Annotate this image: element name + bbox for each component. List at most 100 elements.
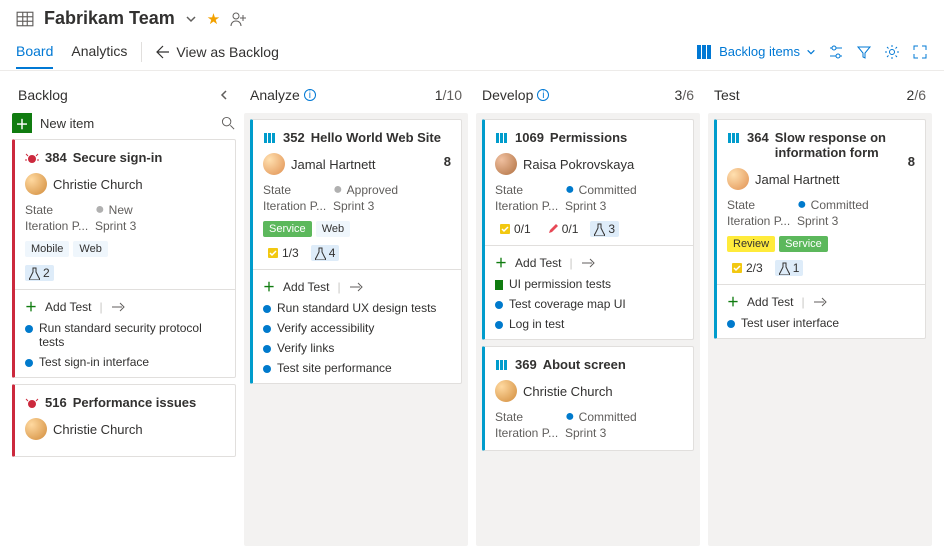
backlog-items-dropdown[interactable]: Backlog items xyxy=(697,44,816,59)
sub-task[interactable]: Log in test xyxy=(495,317,683,331)
team-dropdown-chevron-icon[interactable] xyxy=(185,13,197,25)
add-test-button[interactable]: ＋Add Test| xyxy=(263,278,451,295)
column-title-develop: Develop xyxy=(482,87,533,103)
pencil-count[interactable]: 0/1 xyxy=(543,221,583,237)
fullscreen-icon[interactable] xyxy=(912,44,928,60)
settings-sliders-icon[interactable] xyxy=(828,44,844,60)
state-dot-icon: ● xyxy=(95,206,105,214)
story-points: 8 xyxy=(444,154,451,169)
avatar xyxy=(25,173,47,195)
sub-task[interactable]: Test user interface xyxy=(727,316,915,330)
checklist-count[interactable]: 1/3 xyxy=(263,245,303,261)
tag-web[interactable]: Web xyxy=(73,241,107,257)
column-title-analyze: Analyze xyxy=(250,87,300,103)
test-count[interactable]: 3 xyxy=(590,221,619,237)
add-test-button[interactable]: ＋Add Test| xyxy=(25,298,225,315)
open-link-icon[interactable] xyxy=(111,301,125,313)
pbi-icon xyxy=(263,131,277,145)
column-count: 1/10 xyxy=(435,87,462,103)
tag-web[interactable]: Web xyxy=(316,221,350,237)
info-icon[interactable]: i xyxy=(537,89,549,101)
bug-icon xyxy=(25,396,39,410)
sub-task[interactable]: Verify accessibility xyxy=(263,321,451,335)
favorite-star-icon[interactable]: ★ xyxy=(207,10,220,28)
bug-icon xyxy=(25,151,39,165)
team-icon xyxy=(16,10,34,28)
iteration-value: Sprint 3 xyxy=(95,219,136,233)
card-369[interactable]: 369 About screen Christie Church State●C… xyxy=(482,346,694,451)
sub-task[interactable]: Run standard UX design tests xyxy=(263,301,451,315)
card-title: Permissions xyxy=(550,130,627,145)
separator xyxy=(141,42,142,62)
new-item-label[interactable]: New item xyxy=(40,116,94,131)
card-364[interactable]: 364 Slow response on information form 8 … xyxy=(714,119,926,339)
tab-board[interactable]: Board xyxy=(16,35,53,69)
column-count: 3/6 xyxy=(675,87,694,103)
card-id: 384 xyxy=(45,150,67,165)
add-test-button[interactable]: ＋Add Test| xyxy=(727,293,915,310)
assignee-name: Jamal Hartnett xyxy=(291,157,376,172)
sub-task[interactable]: Run standard security protocol tests xyxy=(25,321,225,349)
test-count[interactable]: 4 xyxy=(311,245,340,261)
sub-task[interactable]: Test coverage map UI xyxy=(495,297,683,311)
open-link-icon[interactable] xyxy=(813,296,827,308)
sub-task[interactable]: Test site performance xyxy=(263,361,451,375)
card-id: 369 xyxy=(515,357,537,372)
card-title: Performance issues xyxy=(73,395,197,410)
assignee-name: Christie Church xyxy=(523,384,613,399)
avatar xyxy=(25,418,47,440)
view-as-backlog-button[interactable]: View as Backlog xyxy=(156,44,278,60)
open-link-icon[interactable] xyxy=(349,281,363,293)
search-icon[interactable] xyxy=(221,116,236,131)
sub-task[interactable]: Verify links xyxy=(263,341,451,355)
team-members-icon[interactable] xyxy=(230,11,248,27)
story-points: 8 xyxy=(908,154,915,169)
iteration-label: Iteration P... xyxy=(25,219,95,233)
card-title: Secure sign-in xyxy=(73,150,163,165)
column-title-test: Test xyxy=(714,87,740,103)
card-title: Hello World Web Site xyxy=(311,130,441,145)
assignee-name: Christie Church xyxy=(53,422,143,437)
gear-icon[interactable] xyxy=(884,44,900,60)
pbi-icon xyxy=(495,131,509,145)
card-id: 364 xyxy=(747,130,769,145)
card-352[interactable]: 352 Hello World Web Site 8 Jamal Hartnet… xyxy=(250,119,462,384)
sub-task[interactable]: Test sign-in interface xyxy=(25,355,225,369)
page-title[interactable]: Fabrikam Team xyxy=(44,8,175,29)
checklist-count[interactable]: 0/1 xyxy=(495,221,535,237)
avatar xyxy=(495,380,517,402)
add-test-button[interactable]: ＋Add Test| xyxy=(495,254,683,271)
card-516[interactable]: 516 Performance issues Christie Church xyxy=(12,384,236,457)
state-value: New xyxy=(109,203,133,217)
assignee-name: Raisa Pokrovskaya xyxy=(523,157,634,172)
tab-analytics[interactable]: Analytics xyxy=(71,35,127,69)
pbi-icon xyxy=(727,131,741,145)
assignee-name: Jamal Hartnett xyxy=(755,172,840,187)
collapse-backlog-icon[interactable] xyxy=(218,89,230,101)
filter-icon[interactable] xyxy=(856,44,872,60)
column-title-backlog: Backlog xyxy=(18,87,68,103)
info-icon[interactable]: i xyxy=(304,89,316,101)
avatar xyxy=(263,153,285,175)
card-id: 1069 xyxy=(515,130,544,145)
sub-task[interactable]: UI permission tests xyxy=(495,277,683,291)
card-title: About screen xyxy=(543,357,626,372)
card-1069[interactable]: 1069 Permissions Raisa Pokrovskaya State… xyxy=(482,119,694,340)
test-count[interactable]: 1 xyxy=(775,260,804,276)
card-id: 516 xyxy=(45,395,67,410)
card-id: 352 xyxy=(283,130,305,145)
column-count: 2/6 xyxy=(907,87,926,103)
state-label: State xyxy=(25,203,95,217)
tag-review[interactable]: Review xyxy=(727,236,775,252)
tag-mobile[interactable]: Mobile xyxy=(25,241,69,257)
card-384[interactable]: 384 Secure sign-in Christie Church State… xyxy=(12,139,236,378)
checklist-count[interactable]: 2/3 xyxy=(727,260,767,276)
tag-service[interactable]: Service xyxy=(779,236,828,252)
view-as-backlog-label: View as Backlog xyxy=(176,44,278,60)
open-link-icon[interactable] xyxy=(581,257,595,269)
new-item-plus-icon[interactable]: ＋ xyxy=(12,113,32,133)
tag-service[interactable]: Service xyxy=(263,221,312,237)
assignee-name: Christie Church xyxy=(53,177,143,192)
test-count[interactable]: 2 xyxy=(25,265,54,281)
chevron-down-icon xyxy=(806,47,816,57)
